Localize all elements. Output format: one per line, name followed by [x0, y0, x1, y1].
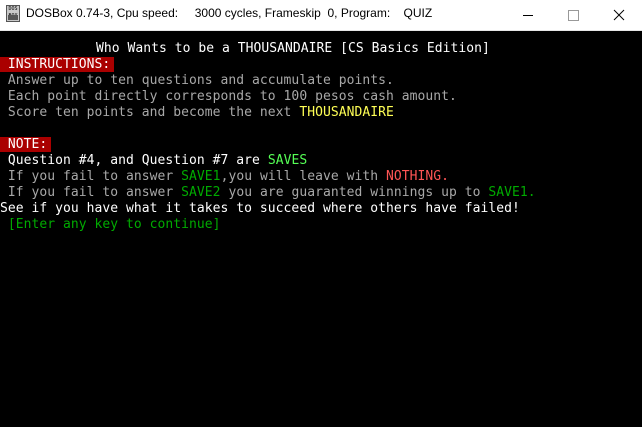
note-header: NOTE:: [0, 137, 52, 153]
note-line-1: Question #4, and Question #7 are SAVES: [0, 153, 308, 168]
save1-guarantee-highlight: SAVE1.: [488, 185, 536, 200]
note-line-3: If you fail to answer SAVE2 you are guar…: [0, 185, 536, 200]
continue-prompt: [Enter any key to continue]: [0, 217, 221, 232]
maximize-icon: [568, 10, 579, 21]
close-button[interactable]: [596, 0, 642, 30]
note-line-2: If you fail to answer SAVE1,you will lea…: [0, 169, 449, 184]
dosbox-window: DOS BOX DOSBox 0.74-3, Cpu speed: 3000 c…: [0, 0, 642, 427]
minimize-icon: [523, 15, 533, 16]
quiz-title: Who Wants to be a THOUSANDAIRE [CS Basic…: [96, 41, 490, 56]
title-bar[interactable]: DOS BOX DOSBox 0.74-3, Cpu speed: 3000 c…: [0, 0, 642, 31]
nothing-highlight: NOTHING.: [385, 169, 449, 184]
instructions-header: INSTRUCTIONS:: [0, 57, 115, 73]
maximize-button[interactable]: [550, 0, 596, 30]
saves-highlight: SAVES: [267, 153, 308, 168]
challenge-text: See if you have what it takes to succeed…: [0, 201, 520, 216]
instructions-line-3: Score ten points and become the next THO…: [0, 105, 394, 120]
save2-highlight: SAVE2: [181, 185, 221, 200]
thousandaire-highlight: THOUSANDAIRE: [299, 105, 394, 120]
dos-screen[interactable]: Who Wants to be a THOUSANDAIRE [CS Basic…: [0, 31, 642, 427]
instructions-line-1: Answer up to ten questions and accumulat…: [0, 73, 394, 88]
instructions-line-2: Each point directly corresponds to 100 p…: [0, 89, 457, 104]
save1-highlight: SAVE1: [181, 169, 221, 184]
close-icon: [613, 9, 625, 21]
dosbox-app-icon[interactable]: DOS BOX: [6, 5, 20, 22]
minimize-button[interactable]: [505, 0, 551, 30]
window-title: DOSBox 0.74-3, Cpu speed: 3000 cycles, F…: [26, 6, 433, 20]
